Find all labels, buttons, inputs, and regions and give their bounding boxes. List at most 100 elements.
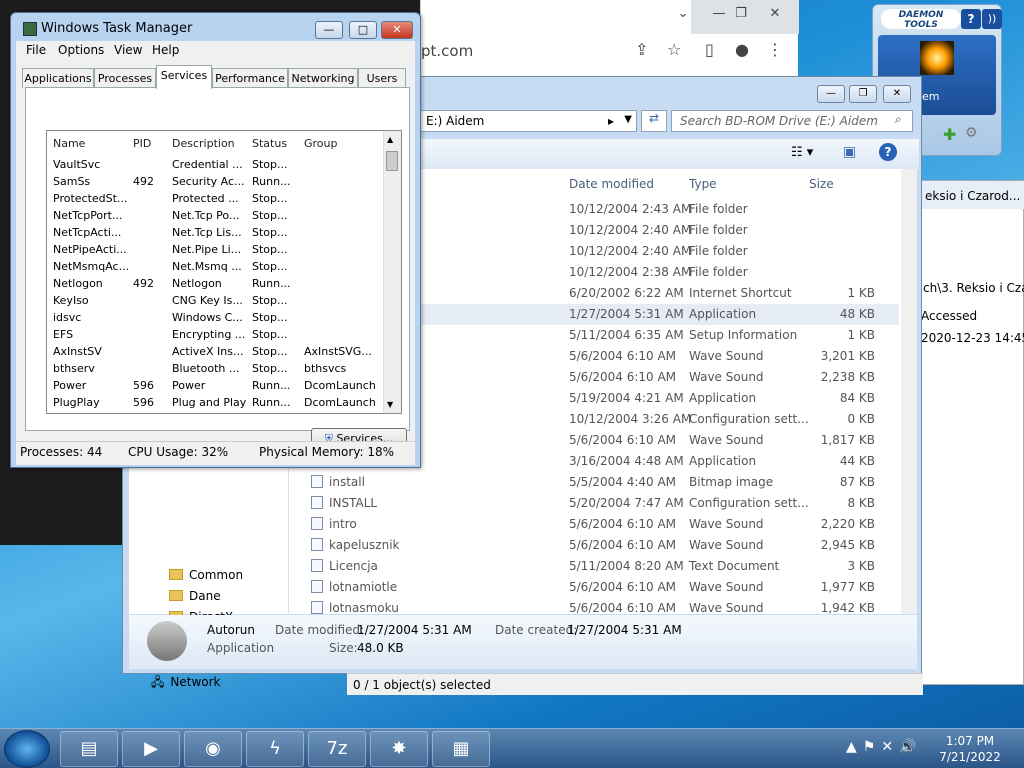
service-row[interactable]: idsvc Windows C... Stop... [47, 310, 383, 327]
service-name: Netlogon [53, 277, 103, 290]
minimize-button[interactable]: — [315, 21, 343, 39]
tab-processes[interactable]: Processes [94, 68, 156, 88]
search-input[interactable]: Search BD-ROM Drive (E:) Aidem ⌕ [671, 110, 913, 132]
network-app-icon[interactable]: ▦ [432, 731, 490, 767]
file-row[interactable]: INSTALL 5/20/2004 7:47 AM Configuration se… [289, 493, 899, 514]
nav-item-common[interactable]: Common [169, 568, 243, 582]
column-header-date[interactable]: Date modified [569, 177, 654, 191]
file-row[interactable]: lotnamiotle 5/6/2004 6:10 AM Wave Sound 1,9… [289, 577, 899, 598]
service-row[interactable]: KeyIso CNG Key Is... Stop... [47, 293, 383, 310]
service-row[interactable]: NetPipeActi... Net.Pipe Li... Stop... [47, 242, 383, 259]
chrome-icon[interactable]: ◉ [184, 731, 242, 767]
chrome-close-button[interactable]: ✕ [761, 6, 789, 21]
file-size: 2,220 KB [820, 517, 875, 531]
chrome-menu-icon[interactable]: ⋮ [767, 40, 783, 59]
path-text: ch\3. Reksio i Czaro [923, 281, 1024, 295]
menu-file[interactable]: File [26, 43, 46, 57]
help-icon[interactable]: ? [879, 143, 897, 161]
refresh-button[interactable]: ⇄ [641, 110, 667, 132]
address-dropdown-icon[interactable]: ▼ [624, 114, 632, 125]
service-row[interactable]: Netlogon 492 Netlogon Runn... [47, 276, 383, 293]
file-date: 1/27/2004 5:31 AM [569, 307, 684, 321]
breadcrumb-arrow-icon[interactable]: ▸ [608, 114, 614, 128]
nav-item-dane[interactable]: Dane [169, 589, 221, 603]
explorer-icon[interactable]: ▤ [60, 731, 118, 767]
service-row[interactable]: Power 596 Power Runn... DcomLaunch [47, 378, 383, 395]
column-header-description[interactable]: Description [172, 137, 235, 150]
column-header-group[interactable]: Group [304, 137, 338, 150]
service-row[interactable]: EFS Encrypting ... Stop... [47, 327, 383, 344]
column-header-type[interactable]: Type [689, 177, 717, 191]
daemon-tools-icon[interactable]: ϟ [246, 731, 304, 767]
7zip-icon[interactable]: 7z [308, 731, 366, 767]
file-row[interactable]: Licencja 5/11/2004 8:20 AM Text Document 3 … [289, 556, 899, 577]
share-icon[interactable]: ⇪ [635, 40, 648, 59]
column-header-status[interactable]: Status [252, 137, 287, 150]
file-list-scrollbar[interactable] [901, 169, 917, 614]
network-icon: 🖧 [151, 675, 165, 689]
preview-pane-icon[interactable]: ▣ [843, 144, 856, 160]
column-header-size[interactable]: Size [809, 177, 834, 191]
folder-icon [169, 590, 183, 601]
bookmark-star-icon[interactable]: ☆ [667, 40, 681, 59]
file-name: kapelusznik [311, 538, 399, 552]
details-kind: Application [207, 641, 275, 655]
game-icon[interactable]: ✸ [370, 731, 428, 767]
service-status: Stop... [252, 362, 288, 375]
clock[interactable]: 1:07 PM 7/21/2022 [930, 733, 1010, 765]
service-status: Runn... [252, 379, 291, 392]
maximize-button[interactable]: □ [349, 21, 377, 39]
file-row[interactable]: intro 5/6/2004 6:10 AM Wave Sound 2,220 KB [289, 514, 899, 535]
file-date: 6/20/2002 6:22 AM [569, 286, 684, 300]
view-options-icon[interactable]: ☷ ▾ [791, 145, 813, 160]
tab-users[interactable]: Users [358, 68, 406, 88]
media-player-icon[interactable]: ▶ [122, 731, 180, 767]
service-row[interactable]: AxInstSV ActiveX Ins... Stop... AxInstSVG..… [47, 344, 383, 361]
tab-performance[interactable]: Performance [212, 68, 288, 88]
rss-icon[interactable]: )) [982, 9, 1002, 29]
tab-applications[interactable]: Applications [22, 68, 94, 88]
file-row[interactable]: kapelusznik 5/6/2004 6:10 AM Wave Sound 2,9… [289, 535, 899, 556]
explorer-minimize-button[interactable]: — [817, 85, 845, 103]
service-row[interactable]: VaultSvc Credential ... Stop... [47, 157, 383, 174]
menu-view[interactable]: View [114, 43, 142, 57]
service-row[interactable]: SamSs 492 Security Ac... Runn... [47, 174, 383, 191]
tab-networking[interactable]: Networking [288, 68, 358, 88]
service-row[interactable]: ProtectedSt... Protected ... Stop... [47, 191, 383, 208]
task-manager-client: Applications Processes Services Performa… [16, 61, 415, 465]
column-header-accessed[interactable]: Accessed [919, 309, 977, 323]
column-header-name[interactable]: Name [53, 137, 85, 150]
service-row[interactable]: NetTcpActi... Net.Tcp Lis... Stop... [47, 225, 383, 242]
service-row[interactable]: NetTcpPort... Net.Tcp Po... Stop... [47, 208, 383, 225]
service-row[interactable]: NetMsmqAc... Net.Msmq ... Stop... [47, 259, 383, 276]
chrome-address-bar[interactable]: pt.com [421, 36, 621, 66]
search-icon[interactable]: ⌕ [894, 112, 901, 127]
column-header-pid[interactable]: PID [133, 137, 151, 150]
tab-services[interactable]: Services [156, 65, 212, 89]
explorer-restore-button[interactable]: ❐ [849, 85, 877, 103]
add-drive-icon[interactable]: ✚ [943, 125, 956, 144]
services-scrollbar[interactable]: ▲ ▼ [383, 131, 401, 413]
scroll-up-icon: ▲ [387, 135, 394, 144]
chrome-tab[interactable] [421, 0, 691, 34]
service-name: NetMsmqAc... [53, 260, 130, 273]
profile-avatar-icon[interactable]: ● [735, 40, 749, 59]
chrome-restore-button[interactable]: ❐ [727, 6, 755, 21]
service-row[interactable]: PlugPlay 596 Plug and Play Runn... DcomLaunc… [47, 395, 383, 412]
side-panel-icon[interactable]: ▯ [705, 40, 714, 59]
system-tray-icons[interactable]: ▲⚑✕🔊 [846, 739, 922, 755]
address-bar[interactable]: E:) Aidem ▸ ▼ [419, 110, 637, 132]
chrome-tab-chevron-icon[interactable]: ⌄ [669, 6, 697, 21]
explorer-close-button[interactable]: ✕ [883, 85, 911, 103]
start-button[interactable] [4, 730, 50, 768]
service-group: bthsvcs [304, 362, 347, 375]
menu-options[interactable]: Options [58, 43, 104, 57]
settings-icon[interactable]: ⚙ [965, 125, 978, 141]
file-row[interactable]: install 5/5/2004 4:40 AM Bitmap image 87 KB [289, 472, 899, 493]
service-row[interactable]: bthserv Bluetooth ... Stop... bthsvcs [47, 361, 383, 378]
menu-help[interactable]: Help [152, 43, 179, 57]
daemon-help-button[interactable]: ? [961, 9, 981, 29]
nav-item-network[interactable]: 🖧 Network [151, 673, 221, 694]
close-button[interactable]: ✕ [381, 21, 413, 39]
details-modified-label: Date modified: [275, 623, 365, 637]
